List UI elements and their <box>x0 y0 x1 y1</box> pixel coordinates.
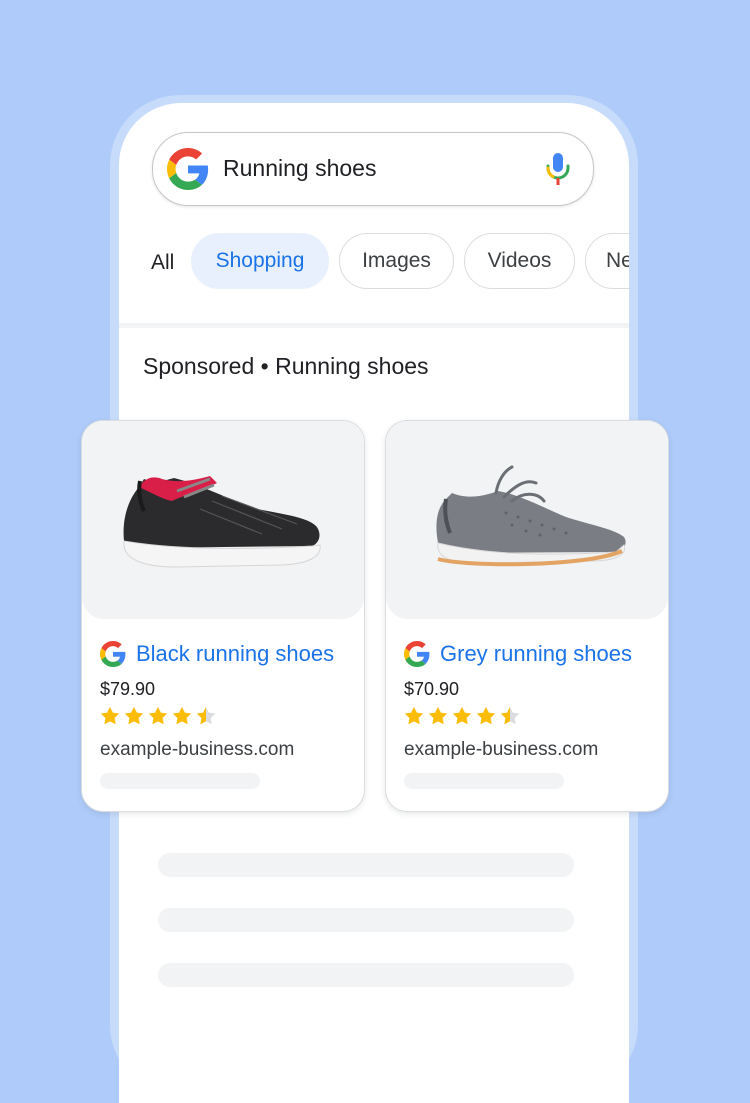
grey-running-shoe-image <box>436 465 626 567</box>
product-image[interactable] <box>82 421 364 619</box>
microphone-icon[interactable] <box>544 151 572 187</box>
product-card-grey-shoes[interactable]: Grey running shoes $70.90 example-busine… <box>385 420 669 812</box>
star-icon <box>452 706 472 725</box>
product-price: $70.90 <box>404 679 460 699</box>
tab-shopping[interactable]: Shopping <box>191 233 329 289</box>
skeleton-line <box>158 963 574 987</box>
black-running-shoe-image <box>123 476 321 568</box>
google-logo-icon <box>167 148 209 190</box>
star-icon <box>476 706 496 725</box>
google-logo-icon <box>100 641 126 667</box>
product-title-row[interactable]: Black running shoes <box>100 641 334 667</box>
product-title-row[interactable]: Grey running shoes <box>404 641 632 667</box>
product-domain: example-business.com <box>100 739 295 760</box>
divider <box>119 323 629 328</box>
skeleton-line <box>158 908 574 932</box>
skeleton-line <box>158 853 574 877</box>
skeleton-line <box>100 773 260 789</box>
search-bar[interactable]: Running shoes <box>152 132 594 206</box>
star-rating <box>99 705 219 727</box>
sponsored-heading: Sponsored • Running shoes <box>143 353 429 379</box>
tab-images[interactable]: Images <box>339 233 454 289</box>
star-icon <box>148 706 168 725</box>
skeleton-line <box>404 773 564 789</box>
google-logo-icon <box>404 641 430 667</box>
star-icon <box>428 706 448 725</box>
search-input[interactable]: Running shoes <box>223 155 376 182</box>
half-star-icon <box>196 706 216 725</box>
tab-all[interactable]: All <box>151 251 174 275</box>
star-icon <box>172 706 192 725</box>
star-icon <box>404 706 424 725</box>
product-card-black-shoes[interactable]: Black running shoes $79.90 example-busin… <box>81 420 365 812</box>
star-rating <box>403 705 523 727</box>
star-icon <box>100 706 120 725</box>
star-icon <box>124 706 144 725</box>
tab-videos[interactable]: Videos <box>464 233 575 289</box>
search-tabs: All Shopping Images Videos News <box>119 233 629 293</box>
product-image[interactable] <box>386 421 668 619</box>
product-domain: example-business.com <box>404 739 599 760</box>
product-price: $79.90 <box>100 679 156 699</box>
tab-news[interactable]: News <box>585 233 629 289</box>
product-title[interactable]: Grey running shoes <box>440 641 632 667</box>
product-title[interactable]: Black running shoes <box>136 641 334 667</box>
half-star-icon <box>500 706 520 725</box>
